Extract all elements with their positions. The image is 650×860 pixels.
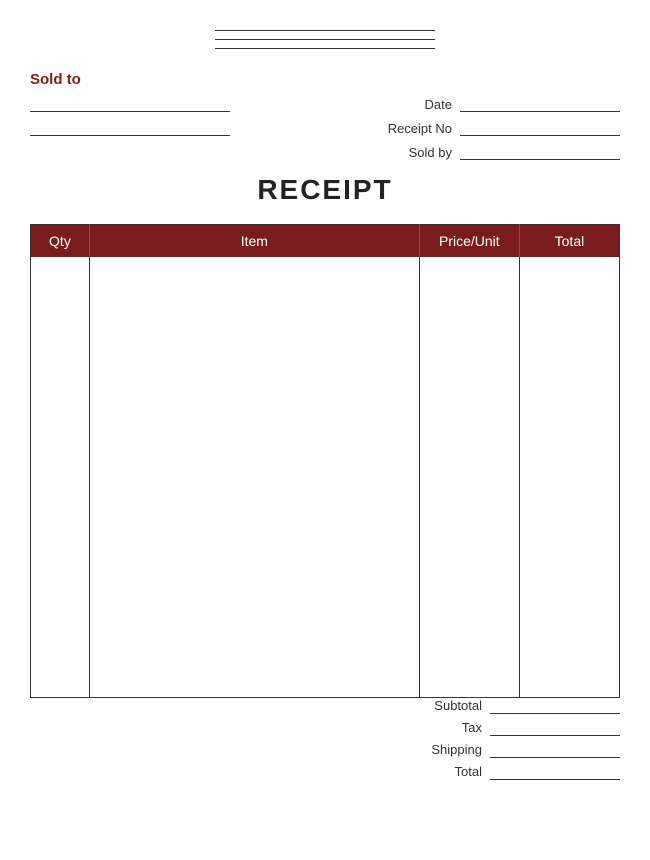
shipping-label: Shipping — [412, 742, 482, 757]
tax-input[interactable] — [490, 720, 620, 736]
total-input[interactable] — [490, 764, 620, 780]
tax-label: Tax — [412, 720, 482, 735]
price-cell[interactable] — [419, 257, 519, 697]
shipping-input[interactable] — [490, 742, 620, 758]
sold-by-label: Sold by — [382, 145, 452, 160]
sold-by-row: Sold by — [382, 144, 620, 160]
qty-cell[interactable] — [31, 257, 90, 697]
receipt-page: Sold to Date Receipt No Sold by RECEIPT — [0, 0, 650, 860]
summary-table: Subtotal Tax Shipping Total — [325, 698, 620, 786]
col-price-unit: Price/Unit — [419, 225, 519, 258]
receipt-title: RECEIPT — [30, 174, 620, 206]
sold-to-line-2[interactable] — [30, 120, 230, 136]
sold-by-input[interactable] — [460, 144, 620, 160]
receipt-table: Qty Item Price/Unit Total — [30, 224, 620, 698]
total-row: Total — [325, 764, 620, 780]
subtotal-label: Subtotal — [412, 698, 482, 713]
header-line-1 — [215, 30, 435, 31]
date-fields: Date Receipt No Sold by — [382, 96, 620, 160]
table-header-row: Qty Item Price/Unit Total — [31, 225, 620, 258]
total-label: Total — [412, 764, 482, 779]
sold-to-lines — [30, 96, 230, 160]
subtotal-row: Subtotal — [325, 698, 620, 714]
table-body — [31, 257, 620, 697]
summary-section: Subtotal Tax Shipping Total — [30, 698, 620, 786]
col-item: Item — [89, 225, 419, 258]
sold-to-section: Date Receipt No Sold by — [30, 96, 620, 160]
receipt-no-input[interactable] — [460, 120, 620, 136]
subtotal-input[interactable] — [490, 698, 620, 714]
shipping-row: Shipping — [325, 742, 620, 758]
date-input[interactable] — [460, 96, 620, 112]
sold-to-line-1[interactable] — [30, 96, 230, 112]
date-label: Date — [382, 97, 452, 112]
item-cell[interactable] — [89, 257, 419, 697]
receipt-no-row: Receipt No — [382, 120, 620, 136]
header-line-2 — [215, 39, 435, 40]
header-line-3 — [215, 48, 435, 49]
date-row: Date — [382, 96, 620, 112]
table-header: Qty Item Price/Unit Total — [31, 225, 620, 258]
col-qty: Qty — [31, 225, 90, 258]
header-lines — [30, 30, 620, 57]
receipt-no-label: Receipt No — [382, 121, 452, 136]
col-total: Total — [519, 225, 619, 258]
total-cell[interactable] — [519, 257, 619, 697]
sold-to-label: Sold to — [30, 71, 620, 88]
table-row — [31, 257, 620, 697]
tax-row: Tax — [325, 720, 620, 736]
